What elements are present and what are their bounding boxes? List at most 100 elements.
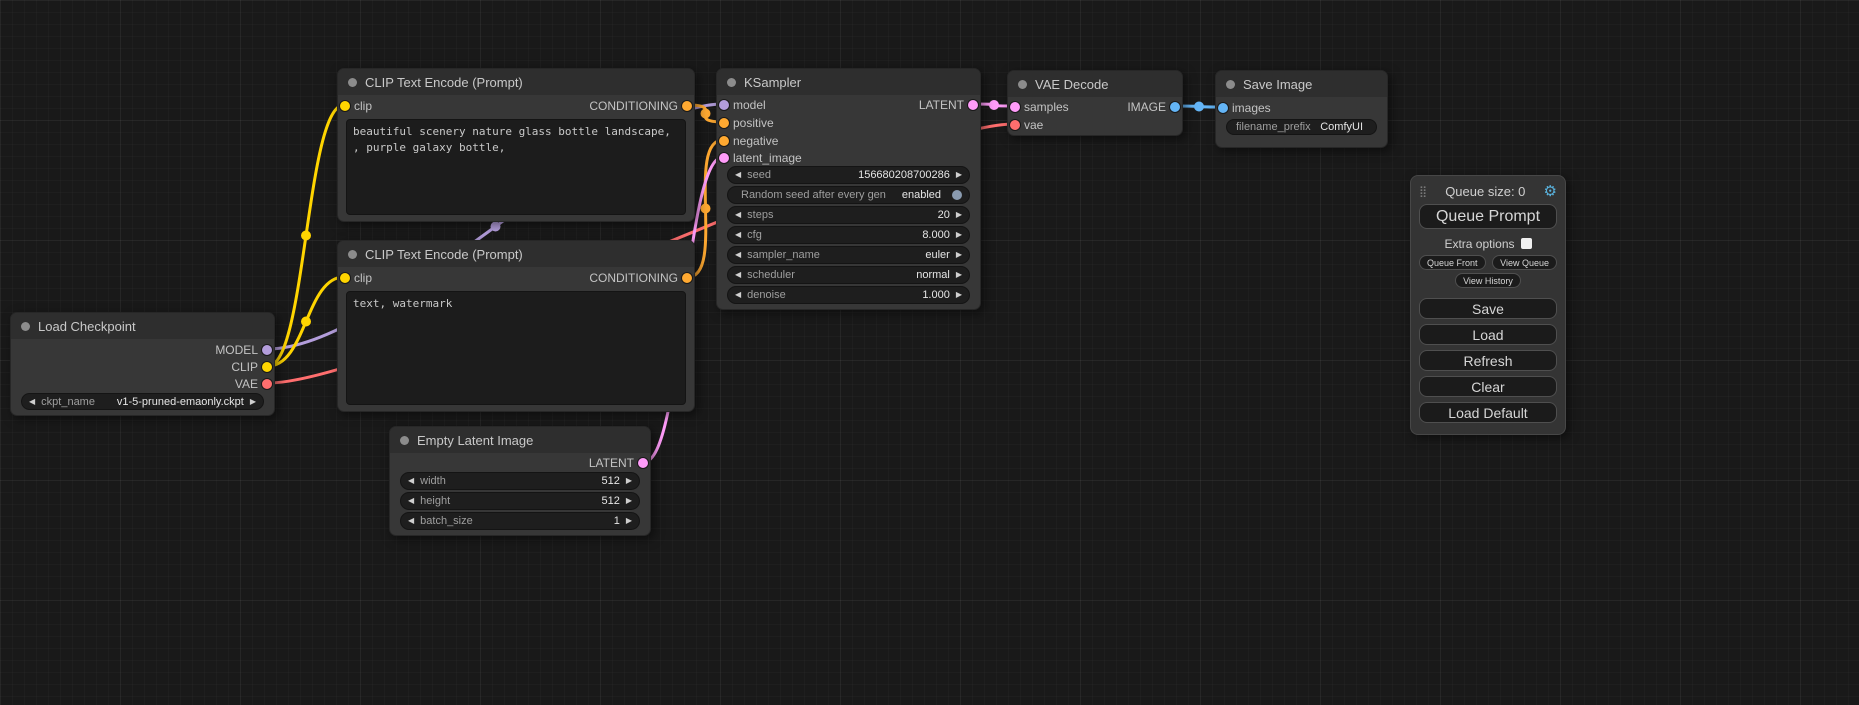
widget-value: 156680208700286: [777, 169, 950, 181]
clip-input-dot[interactable]: [340, 273, 350, 283]
settings-gear-icon[interactable]: ⚙: [1544, 184, 1557, 199]
increment-arrow-icon[interactable]: ▶: [956, 231, 962, 239]
ckpt-name-widget[interactable]: ◀ ckpt_name v1-5-pruned-emaonly.ckpt ▶: [21, 393, 264, 410]
view-queue-button[interactable]: View Queue: [1492, 255, 1557, 270]
batch-size-widget[interactable]: ◀ batch_size 1 ▶: [400, 512, 640, 530]
increment-arrow-icon[interactable]: ▶: [626, 477, 632, 485]
widget-value: ComfyUI: [1317, 121, 1363, 133]
node-status-dot[interactable]: [400, 436, 409, 445]
node-title-bar[interactable]: CLIP Text Encode (Prompt): [338, 241, 694, 267]
widget-value: 1: [479, 515, 620, 527]
node-vae-decode[interactable]: VAE Decode samples vae IMAGE: [1007, 70, 1183, 136]
link-midpoint-dot: [701, 204, 711, 214]
node-status-dot[interactable]: [348, 250, 357, 259]
vae-output-dot[interactable]: [262, 379, 272, 389]
node-graph-canvas[interactable]: Load Checkpoint MODEL CLIP VAE ◀ ckpt_na…: [0, 0, 1859, 705]
node-title-bar[interactable]: VAE Decode: [1008, 71, 1182, 97]
increment-arrow-icon[interactable]: ▶: [626, 517, 632, 525]
decrement-arrow-icon[interactable]: ◀: [735, 231, 741, 239]
increment-arrow-icon[interactable]: ▶: [250, 398, 256, 406]
node-status-dot[interactable]: [348, 78, 357, 87]
wire-clip: [268, 277, 344, 366]
increment-arrow-icon[interactable]: ▶: [956, 171, 962, 179]
increment-arrow-icon[interactable]: ▶: [956, 251, 962, 259]
random-seed-toggle-widget[interactable]: Random seed after every gen enabled: [727, 186, 970, 204]
clip-output-dot[interactable]: [262, 362, 272, 372]
conditioning-output-dot[interactable]: [682, 101, 692, 111]
node-ksampler[interactable]: KSampler model positive negative latent_…: [716, 68, 981, 310]
decrement-arrow-icon[interactable]: ◀: [735, 251, 741, 259]
scheduler-widget[interactable]: ◀ scheduler normal ▶: [727, 266, 970, 284]
drag-handle-icon[interactable]: ⣿: [1419, 185, 1427, 198]
node-clip-text-encode-negative[interactable]: CLIP Text Encode (Prompt) clip CONDITION…: [337, 240, 695, 412]
decrement-arrow-icon[interactable]: ◀: [735, 211, 741, 219]
seed-widget[interactable]: ◀ seed 156680208700286 ▶: [727, 166, 970, 184]
node-title-bar[interactable]: KSampler: [717, 69, 980, 95]
queue-prompt-button[interactable]: Queue Prompt: [1419, 204, 1557, 229]
load-default-button[interactable]: Load Default: [1419, 402, 1557, 423]
widget-value: 1.000: [792, 289, 950, 301]
clear-button[interactable]: Clear: [1419, 376, 1557, 397]
width-widget[interactable]: ◀ width 512 ▶: [400, 472, 640, 490]
increment-arrow-icon[interactable]: ▶: [956, 271, 962, 279]
node-clip-text-encode-positive[interactable]: CLIP Text Encode (Prompt) clip CONDITION…: [337, 68, 695, 222]
widget-value: 20: [779, 209, 949, 221]
toggle-dot-icon[interactable]: [952, 190, 962, 200]
queue-front-button[interactable]: Queue Front: [1419, 255, 1486, 270]
height-widget[interactable]: ◀ height 512 ▶: [400, 492, 640, 510]
images-input-dot[interactable]: [1218, 103, 1228, 113]
latent-output-dot[interactable]: [968, 100, 978, 110]
save-button[interactable]: Save: [1419, 298, 1557, 319]
decrement-arrow-icon[interactable]: ◀: [408, 497, 414, 505]
steps-widget[interactable]: ◀ steps 20 ▶: [727, 206, 970, 224]
samples-input-dot[interactable]: [1010, 102, 1020, 112]
node-title: Save Image: [1243, 77, 1312, 92]
image-output-dot[interactable]: [1170, 102, 1180, 112]
prompt-text-area[interactable]: text, watermark: [346, 291, 686, 405]
node-title-bar[interactable]: CLIP Text Encode (Prompt): [338, 69, 694, 95]
node-save-image[interactable]: Save Image images filename_prefix ComfyU…: [1215, 70, 1388, 148]
decrement-arrow-icon[interactable]: ◀: [735, 291, 741, 299]
decrement-arrow-icon[interactable]: ◀: [735, 271, 741, 279]
cfg-widget[interactable]: ◀ cfg 8.000 ▶: [727, 226, 970, 244]
node-status-dot[interactable]: [1018, 80, 1027, 89]
node-title-bar[interactable]: Load Checkpoint: [11, 313, 274, 339]
latent-output-dot[interactable]: [638, 458, 648, 468]
increment-arrow-icon[interactable]: ▶: [956, 211, 962, 219]
decrement-arrow-icon[interactable]: ◀: [735, 171, 741, 179]
view-history-button[interactable]: View History: [1455, 273, 1521, 288]
increment-arrow-icon[interactable]: ▶: [626, 497, 632, 505]
clip-input-dot[interactable]: [340, 101, 350, 111]
sampler-name-widget[interactable]: ◀ sampler_name euler ▶: [727, 246, 970, 264]
workflow-buttons-group: Save Load Refresh Clear Load Default: [1419, 298, 1557, 423]
conditioning-output-dot[interactable]: [682, 273, 692, 283]
increment-arrow-icon[interactable]: ▶: [956, 291, 962, 299]
node-status-dot[interactable]: [727, 78, 736, 87]
decrement-arrow-icon[interactable]: ◀: [29, 398, 35, 406]
model-output-dot[interactable]: [262, 345, 272, 355]
widget-label: scheduler: [747, 269, 795, 281]
prompt-text-area[interactable]: beautiful scenery nature glass bottle la…: [346, 119, 686, 215]
node-status-dot[interactable]: [21, 322, 30, 331]
node-load-checkpoint[interactable]: Load Checkpoint MODEL CLIP VAE ◀ ckpt_na…: [10, 312, 275, 416]
decrement-arrow-icon[interactable]: ◀: [408, 517, 414, 525]
negative-input-dot[interactable]: [719, 136, 729, 146]
extra-options-checkbox[interactable]: [1521, 238, 1532, 249]
refresh-button[interactable]: Refresh: [1419, 350, 1557, 371]
decrement-arrow-icon[interactable]: ◀: [408, 477, 414, 485]
vae-input-dot[interactable]: [1010, 120, 1020, 130]
node-empty-latent-image[interactable]: Empty Latent Image LATENT ◀ width 512 ▶ …: [389, 426, 651, 536]
filename-prefix-widget[interactable]: filename_prefix ComfyUI: [1226, 119, 1377, 135]
link-midpoint-dot: [1194, 102, 1204, 112]
model-input-dot[interactable]: [719, 100, 729, 110]
node-status-dot[interactable]: [1226, 80, 1235, 89]
negative-input-label: negative: [733, 133, 778, 149]
node-title-bar[interactable]: Save Image: [1216, 71, 1387, 97]
widget-label: steps: [747, 209, 773, 221]
denoise-widget[interactable]: ◀ denoise 1.000 ▶: [727, 286, 970, 304]
node-title-bar[interactable]: Empty Latent Image: [390, 427, 650, 453]
positive-input-label: positive: [733, 115, 774, 131]
positive-input-dot[interactable]: [719, 118, 729, 128]
latent-image-input-dot[interactable]: [719, 153, 729, 163]
load-button[interactable]: Load: [1419, 324, 1557, 345]
